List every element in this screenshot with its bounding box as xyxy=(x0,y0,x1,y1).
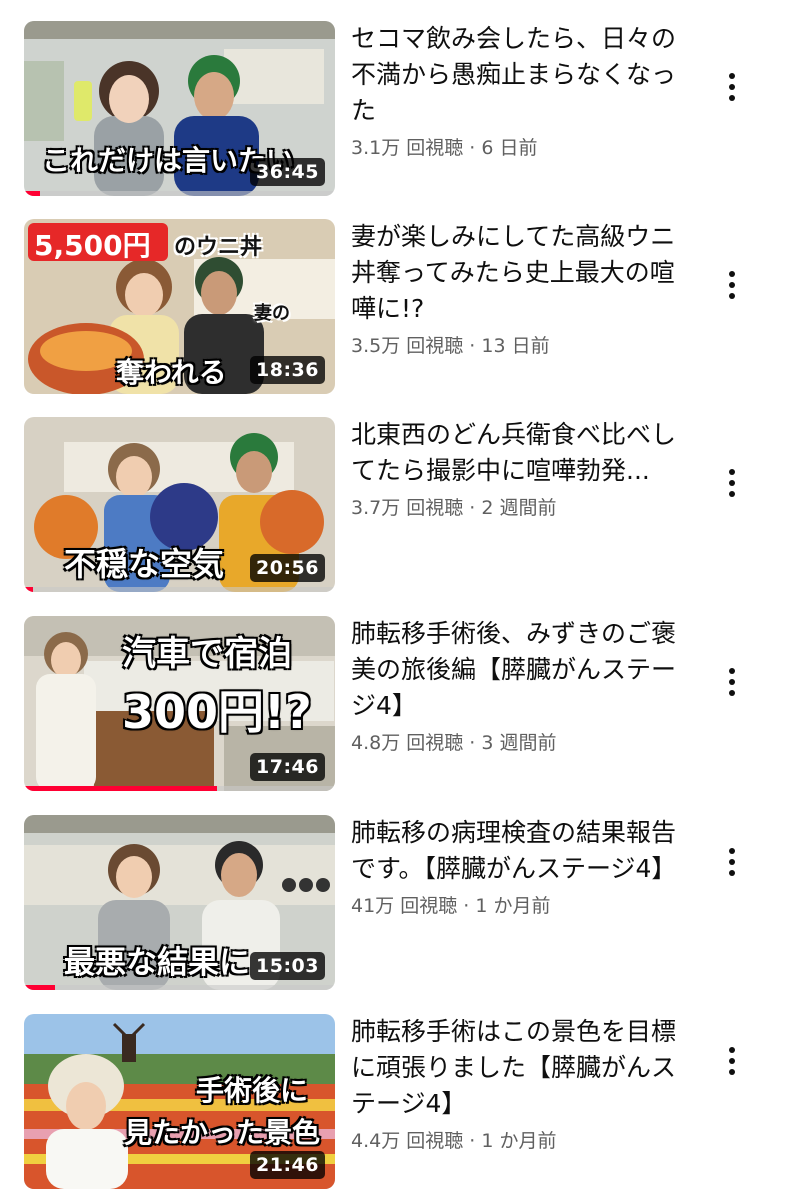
video-stats: 3.1万 回視聴 · 6 日前 xyxy=(351,133,681,160)
thumbnail-caption: 妻の xyxy=(254,303,290,324)
more-vert-icon[interactable] xyxy=(716,67,748,107)
separator: · xyxy=(463,497,482,519)
video-thumbnail[interactable]: 最悪な結果に 15:03 xyxy=(24,815,335,990)
video-duration: 18:36 xyxy=(250,356,325,384)
watch-progress-fill xyxy=(24,786,217,791)
separator: · xyxy=(463,732,482,754)
separator: · xyxy=(463,335,482,357)
video-meta: 妻が楽しみにしてた高級ウニ丼奪ってみたら史上最大の喧嘩に!? 3.5万 回視聴 … xyxy=(351,219,681,358)
video-meta: 北東西のどん兵衛食べ比べしてたら撮影中に喧嘩勃発... 3.7万 回視聴 · 2… xyxy=(351,417,681,520)
thumbnail-caption: 最悪な結果に xyxy=(64,945,250,981)
video-title[interactable]: 妻が楽しみにしてた高級ウニ丼奪ってみたら史上最大の喧嘩に!? xyxy=(351,219,681,327)
view-count: 3.7万 回視聴 xyxy=(351,497,464,519)
watch-progress-bar xyxy=(24,985,335,990)
video-item[interactable]: 手術後に 見たかった景色 21:46 肺転移手術はこの景色を目標に頑張りました【… xyxy=(0,1014,800,1194)
upload-age: 13 日前 xyxy=(481,335,550,357)
more-vert-icon[interactable] xyxy=(716,265,748,305)
video-thumbnail[interactable]: 汽車で宿泊 300円!? 17:46 xyxy=(24,616,335,791)
video-stats: 4.4万 回視聴 · 1 か月前 xyxy=(351,1126,681,1153)
watch-progress-bar xyxy=(24,191,335,196)
thumbnail-caption: 手術後に xyxy=(196,1074,309,1107)
separator: · xyxy=(463,1130,482,1152)
separator: · xyxy=(463,137,482,159)
video-meta: 肺転移の病理検査の結果報告です。【膵臓がんステージ4】 41万 回視聴 · 1 … xyxy=(351,815,681,918)
video-duration: 21:46 xyxy=(250,1151,325,1179)
thumbnail-caption: 汽車で宿泊 xyxy=(122,634,292,674)
video-meta: 肺転移手術後、みずきのご褒美の旅後編【膵臓がんステージ4】 4.8万 回視聴 ·… xyxy=(351,616,681,755)
more-vert-icon[interactable] xyxy=(716,463,748,503)
upload-age: 1 か月前 xyxy=(481,1130,557,1152)
video-thumbnail[interactable]: 手術後に 見たかった景色 21:46 xyxy=(24,1014,335,1189)
thumbnail-caption: のウニ丼 xyxy=(174,235,263,260)
video-duration: 36:45 xyxy=(250,158,325,186)
video-duration: 17:46 xyxy=(250,753,325,781)
view-count: 3.1万 回視聴 xyxy=(351,137,464,159)
thumbnail-caption: 見たかった景色 xyxy=(124,1116,321,1149)
video-title[interactable]: 肺転移の病理検査の結果報告です。【膵臓がんステージ4】 xyxy=(351,815,681,887)
more-vert-icon[interactable] xyxy=(716,1041,748,1081)
video-item[interactable]: これだけは言いたい 36:45 セコマ飲み会したら、日々の不満から愚痴止まらなく… xyxy=(0,21,800,201)
upload-age: 6 日前 xyxy=(481,137,538,159)
watch-progress-bar xyxy=(24,786,335,791)
view-count: 4.8万 回視聴 xyxy=(351,732,464,754)
video-stats: 3.7万 回視聴 · 2 週間前 xyxy=(351,493,681,520)
video-item[interactable]: 5,500円 のウニ丼 妻の 奪われる 18:36 妻が楽しみにしてた高級ウニ丼… xyxy=(0,219,800,399)
upload-age: 3 週間前 xyxy=(481,732,557,754)
video-item[interactable]: 不穏な空気 20:56 北東西のどん兵衛食べ比べしてたら撮影中に喧嘩勃発... … xyxy=(0,417,800,597)
video-thumbnail[interactable]: 5,500円 のウニ丼 妻の 奪われる 18:36 xyxy=(24,219,335,394)
view-count: 41万 回視聴 xyxy=(351,895,458,917)
more-vert-icon[interactable] xyxy=(716,842,748,882)
video-list: これだけは言いたい 36:45 セコマ飲み会したら、日々の不満から愚痴止まらなく… xyxy=(0,0,800,1200)
video-title[interactable]: 北東西のどん兵衛食べ比べしてたら撮影中に喧嘩勃発... xyxy=(351,417,681,489)
upload-age: 1 か月前 xyxy=(475,895,551,917)
video-meta: セコマ飲み会したら、日々の不満から愚痴止まらなくなった 3.1万 回視聴 · 6… xyxy=(351,21,681,160)
view-count: 4.4万 回視聴 xyxy=(351,1130,464,1152)
watch-progress-bar xyxy=(24,587,335,592)
video-duration: 20:56 xyxy=(250,554,325,582)
upload-age: 2 週間前 xyxy=(481,497,557,519)
video-thumbnail[interactable]: 不穏な空気 20:56 xyxy=(24,417,335,592)
video-meta: 肺転移手術はこの景色を目標に頑張りました【膵臓がんステージ4】 4.4万 回視聴… xyxy=(351,1014,681,1153)
video-thumbnail[interactable]: これだけは言いたい 36:45 xyxy=(24,21,335,196)
video-title[interactable]: セコマ飲み会したら、日々の不満から愚痴止まらなくなった xyxy=(351,21,681,129)
view-count: 3.5万 回視聴 xyxy=(351,335,464,357)
thumbnail-caption: 不穏な空気 xyxy=(64,545,225,583)
video-item[interactable]: 汽車で宿泊 300円!? 17:46 肺転移手術後、みずきのご褒美の旅後編【膵臓… xyxy=(0,616,800,796)
more-vert-icon[interactable] xyxy=(716,662,748,702)
video-item[interactable]: 最悪な結果に 15:03 肺転移の病理検査の結果報告です。【膵臓がんステージ4】… xyxy=(0,815,800,995)
video-stats: 41万 回視聴 · 1 か月前 xyxy=(351,891,681,918)
thumbnail-caption: 300円!? xyxy=(122,685,312,739)
watch-progress-fill xyxy=(24,587,34,592)
watch-progress-fill xyxy=(24,985,56,990)
thumbnail-caption-price: 5,500円 xyxy=(34,229,151,262)
video-title[interactable]: 肺転移手術はこの景色を目標に頑張りました【膵臓がんステージ4】 xyxy=(351,1014,681,1122)
separator: · xyxy=(457,895,476,917)
video-duration: 15:03 xyxy=(250,952,325,980)
video-title[interactable]: 肺転移手術後、みずきのご褒美の旅後編【膵臓がんステージ4】 xyxy=(351,616,681,724)
video-stats: 3.5万 回視聴 · 13 日前 xyxy=(351,331,681,358)
thumbnail-caption: 奪われる xyxy=(116,356,227,389)
watch-progress-fill xyxy=(24,191,40,196)
video-stats: 4.8万 回視聴 · 3 週間前 xyxy=(351,728,681,755)
